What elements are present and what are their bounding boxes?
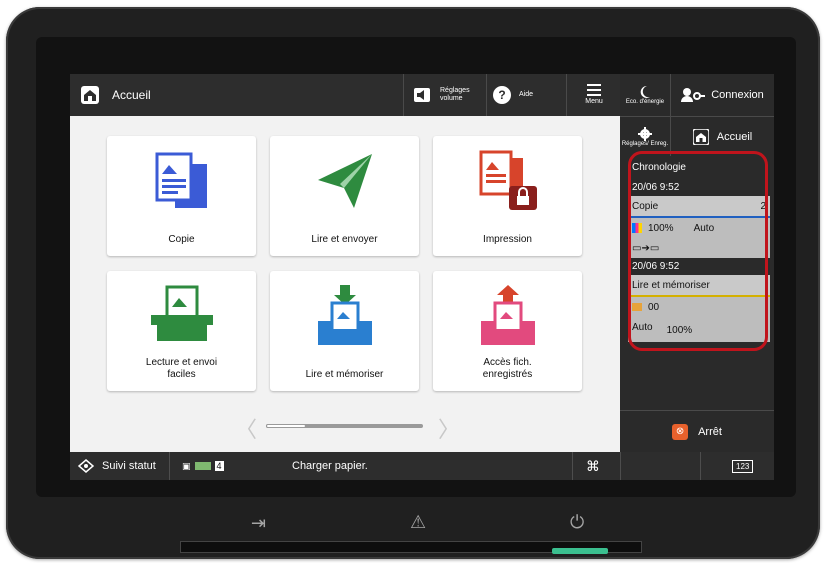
speaker-icon — [414, 88, 430, 102]
app-grid: Copie Lire et envoyer Impression Lecture… — [70, 116, 620, 452]
app-tile-label: Accès fich. enregistrés — [482, 357, 533, 380]
settings-label: Réglages/ Enreg. — [621, 140, 669, 147]
history-highlight-ring — [628, 151, 768, 351]
energy-saver-button[interactable]: Eco. d'énergie — [620, 74, 671, 116]
paper-stack-icon — [194, 462, 211, 470]
app-tile-scan-store[interactable]: Lire et mémoriser — [270, 271, 419, 391]
app-tile-label: Impression — [483, 234, 532, 245]
moon-icon — [640, 85, 650, 98]
paper-drawer-icon: ▣ — [182, 460, 191, 471]
app-tile-copy[interactable]: Copie — [107, 136, 256, 256]
next-page-icon[interactable]: 〉 — [438, 412, 460, 444]
app-tile-print[interactable]: Impression — [433, 136, 582, 256]
login-hardware-icon[interactable]: ⇥ — [251, 513, 266, 534]
status-monitor-button[interactable]: Suivi statut — [78, 452, 156, 480]
status-led — [552, 548, 608, 554]
status-monitor-icon — [78, 459, 94, 473]
help-button[interactable]: ? Aide — [486, 74, 567, 116]
status-bar: Suivi statut ▣ 4 Charger papier. ⌘ 123 — [70, 452, 774, 480]
stop-label: Arrêt — [698, 426, 722, 438]
power-icon[interactable]: ⏻ — [570, 512, 584, 533]
page-scroll-thumb[interactable] — [266, 424, 306, 428]
page-scrollbar[interactable] — [266, 424, 423, 428]
page-indicator: 〈 〉 — [70, 408, 620, 442]
divider — [169, 452, 170, 480]
help-label: Aide — [519, 91, 534, 98]
top-bar: Accueil Réglages volume ? Aide Menu — [70, 74, 620, 116]
login-key-icon — [681, 88, 706, 102]
scan-to-storage-icon — [317, 285, 372, 345]
stored-files-icon — [480, 285, 535, 345]
prev-page-icon[interactable]: 〈 — [235, 412, 257, 444]
app-tile-scan-send[interactable]: Lire et envoyer — [270, 136, 419, 256]
copy-icon — [155, 152, 207, 208]
keypad-button[interactable]: 123 — [732, 452, 754, 480]
volume-label: Réglages volume — [440, 87, 470, 102]
app-tile-label: Lire et envoyer — [311, 234, 378, 245]
app-tile-label: Copie — [168, 234, 195, 245]
home-label: Accueil — [716, 131, 753, 143]
app-tile-easy-scan[interactable]: Lecture et envoi faciles — [107, 271, 256, 391]
help-icon: ? — [493, 86, 511, 104]
login-button[interactable]: Connexion — [671, 74, 774, 116]
home-icon — [81, 86, 99, 104]
app-tile-access-stored[interactable]: Accès fich. enregistrés — [433, 271, 582, 391]
login-label: Connexion — [711, 89, 764, 101]
status-message: Charger papier. — [292, 460, 368, 472]
warning-icon: ⚠ — [410, 512, 427, 532]
network-icon: ⌘ — [586, 457, 600, 474]
gear-icon — [638, 126, 652, 141]
home-label: Accueil — [112, 88, 151, 102]
home-breadcrumb[interactable]: Accueil — [70, 74, 400, 116]
keypad-icon: 123 — [732, 459, 754, 473]
status-monitor-label: Suivi statut — [102, 460, 156, 472]
paper-counter: 4 — [214, 461, 224, 471]
network-button[interactable]: ⌘ — [586, 452, 600, 480]
hamburger-icon — [587, 84, 601, 96]
volume-settings-button[interactable]: Réglages volume — [403, 74, 487, 116]
paper-plane-icon — [317, 154, 372, 208]
stop-button[interactable]: ⊗ Arrêt — [620, 410, 774, 453]
menu-button[interactable]: Menu — [566, 74, 621, 116]
divider — [620, 452, 621, 480]
app-tile-label: Lire et mémoriser — [305, 369, 384, 380]
paper-status: ▣ 4 — [182, 452, 224, 480]
divider — [700, 452, 701, 480]
scanner-icon — [150, 285, 213, 341]
divider — [572, 452, 573, 480]
energy-saver-label: Eco. d'énergie — [625, 98, 665, 105]
secure-print-icon — [479, 150, 537, 210]
home-icon — [692, 129, 709, 145]
stop-icon: ⊗ — [672, 424, 689, 440]
menu-label: Menu — [585, 98, 603, 105]
app-tile-label: Lecture et envoi faciles — [145, 357, 218, 380]
